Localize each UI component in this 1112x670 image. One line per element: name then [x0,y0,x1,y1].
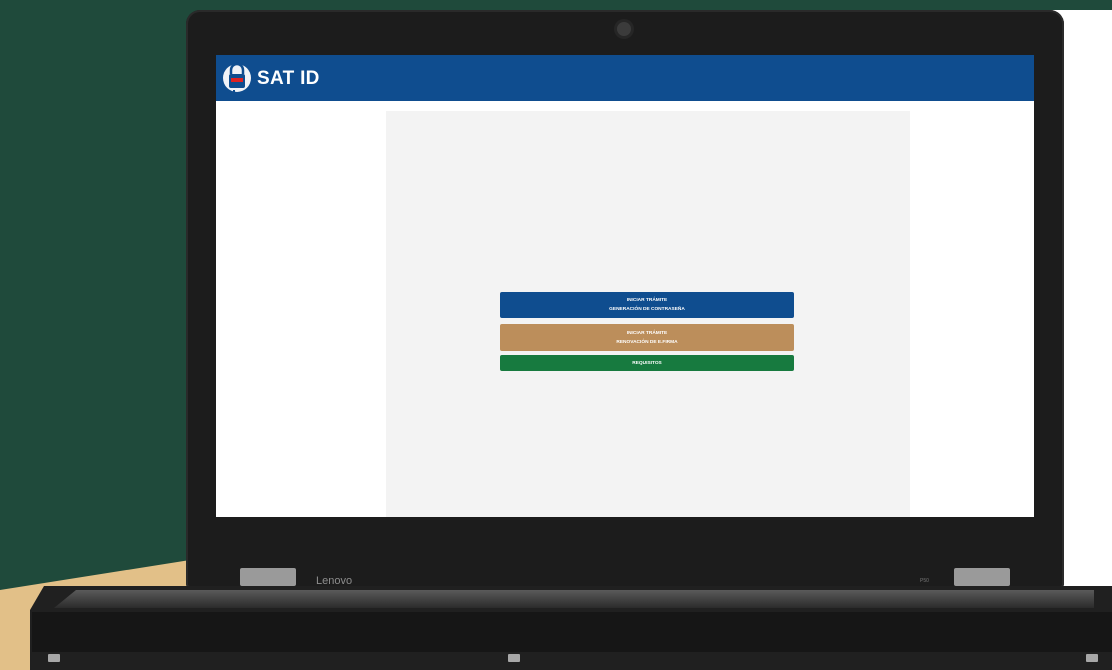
laptop-front-edge [32,612,1112,652]
main-panel: INICIAR TRÁMITE GENERACIÓN DE CONTRASEÑA… [386,111,910,517]
keyboard-edge [54,590,1094,608]
laptop-model: P50 [920,578,929,584]
laptop-brand: Lenovo [316,575,353,587]
laptop-foot-right [1086,654,1098,662]
button-label-line2: RENOVACIÓN DE E.FIRMA [616,339,678,345]
button-label-line2: GENERACIÓN DE CONTRASEÑA [609,307,685,312]
app-title: SAT ID [257,68,320,89]
hinge-left [240,568,296,586]
button-label-line1: INICIAR TRÁMITE [626,298,668,303]
laptop-foot-center [508,654,520,662]
button-label-line1: INICIAR TRÁMITE [626,330,668,336]
requirements-button[interactable]: REQUISITOS [500,355,794,371]
webcam-icon [617,22,631,36]
button-label: REQUISITOS [632,360,662,366]
laptop-screen: SAT ID INICIAR TRÁMITE GENERACIÓN DE CON… [216,55,1034,517]
laptop-foot-left [48,654,60,662]
start-password-generation-button[interactable]: INICIAR TRÁMITE GENERACIÓN DE CONTRASEÑA [500,292,794,318]
start-efirma-renewal-button[interactable]: INICIAR TRÁMITE RENOVACIÓN DE E.FIRMA [500,324,794,351]
hinge-right [954,568,1010,586]
padlock-icon [223,62,251,92]
app-header: SAT ID [216,55,1034,101]
